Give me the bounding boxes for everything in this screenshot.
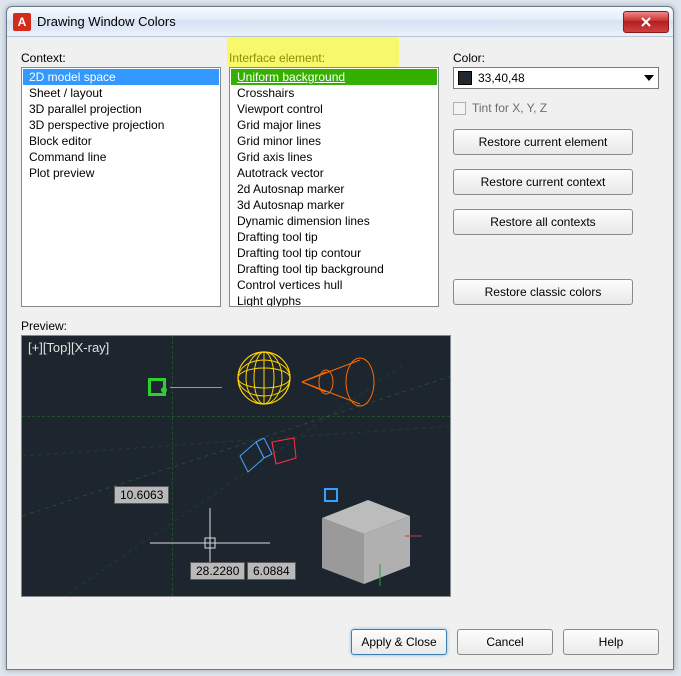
restore-current-element-button[interactable]: Restore current element <box>453 129 633 155</box>
interface-item[interactable]: Grid axis lines <box>231 149 437 165</box>
help-button[interactable]: Help <box>563 629 659 655</box>
interface-item[interactable]: Light glyphs <box>231 293 437 307</box>
context-item[interactable]: Sheet / layout <box>23 85 219 101</box>
interface-item[interactable]: Viewport control <box>231 101 437 117</box>
interface-item[interactable]: Drafting tool tip contour <box>231 245 437 261</box>
interface-item[interactable]: Drafting tool tip background <box>231 261 437 277</box>
dimension-readout: 6.0884 <box>247 562 296 580</box>
interface-listbox[interactable]: Uniform background Crosshairs Viewport c… <box>229 67 439 307</box>
apply-close-button[interactable]: Apply & Close <box>351 629 447 655</box>
interface-item[interactable]: Autotrack vector <box>231 165 437 181</box>
interface-item[interactable]: 3d Autosnap marker <box>231 197 437 213</box>
interface-item[interactable]: Uniform background <box>231 69 437 85</box>
restore-all-contexts-button[interactable]: Restore all contexts <box>453 209 633 235</box>
interface-item[interactable]: Control vertices hull <box>231 277 437 293</box>
context-listbox[interactable]: 2D model space Sheet / layout 3D paralle… <box>21 67 221 307</box>
window-title: Drawing Window Colors <box>37 14 619 29</box>
close-icon <box>640 16 652 28</box>
restore-current-context-button[interactable]: Restore current context <box>453 169 633 195</box>
color-value: 33,40,48 <box>478 71 644 85</box>
cancel-button[interactable]: Cancel <box>457 629 553 655</box>
wireframe-sphere-icon <box>236 350 292 406</box>
interface-item[interactable]: Grid minor lines <box>231 133 437 149</box>
context-item[interactable]: Plot preview <box>23 165 219 181</box>
tint-checkbox-row[interactable]: Tint for X, Y, Z <box>453 101 659 115</box>
interface-item[interactable]: Crosshairs <box>231 85 437 101</box>
app-icon: A <box>13 13 31 31</box>
interface-column: Interface element: Uniform background Cr… <box>229 51 439 307</box>
right-column: Color: 33,40,48 Tint for X, Y, Z Restore… <box>447 51 659 307</box>
dimension-readout: 10.6063 <box>114 486 169 504</box>
color-label: Color: <box>453 51 659 65</box>
green-handle-icon <box>148 378 166 396</box>
titlebar: A Drawing Window Colors <box>7 7 673 37</box>
close-button[interactable] <box>623 11 669 33</box>
client-area: Context: 2D model space Sheet / layout 3… <box>7 37 673 617</box>
restore-classic-colors-button[interactable]: Restore classic colors <box>453 279 633 305</box>
preview-area: [+][Top][X-ray] <box>21 335 451 597</box>
tint-checkbox[interactable] <box>453 102 466 115</box>
interface-item[interactable]: Grid major lines <box>231 117 437 133</box>
context-item[interactable]: 3D parallel projection <box>23 101 219 117</box>
dialog-window: A Drawing Window Colors Context: 2D mode… <box>6 6 674 670</box>
preview-label: Preview: <box>21 319 659 333</box>
shaded-cube-icon <box>310 494 422 586</box>
context-column: Context: 2D model space Sheet / layout 3… <box>21 51 221 307</box>
interface-label: Interface element: <box>229 51 439 65</box>
chevron-down-icon <box>644 75 654 81</box>
grid-line-icon <box>22 416 450 417</box>
axis-line-icon <box>170 387 222 388</box>
wireframe-cone-icon <box>296 354 376 410</box>
interface-item[interactable]: Drafting tool tip <box>231 229 437 245</box>
color-dropdown[interactable]: 33,40,48 <box>453 67 659 89</box>
interface-item[interactable]: Dynamic dimension lines <box>231 213 437 229</box>
context-label: Context: <box>21 51 221 65</box>
wireframe-shapes-icon <box>236 436 304 484</box>
preview-overlay-text: [+][Top][X-ray] <box>28 340 109 355</box>
dimension-readout: 28.2280 <box>190 562 245 580</box>
footer: Apply & Close Cancel Help <box>7 617 673 669</box>
context-item[interactable]: 2D model space <box>23 69 219 85</box>
tint-label: Tint for X, Y, Z <box>472 101 547 115</box>
interface-item[interactable]: 2d Autosnap marker <box>231 181 437 197</box>
context-item[interactable]: 3D perspective projection <box>23 117 219 133</box>
context-item[interactable]: Block editor <box>23 133 219 149</box>
color-swatch-icon <box>458 71 472 85</box>
context-item[interactable]: Command line <box>23 149 219 165</box>
